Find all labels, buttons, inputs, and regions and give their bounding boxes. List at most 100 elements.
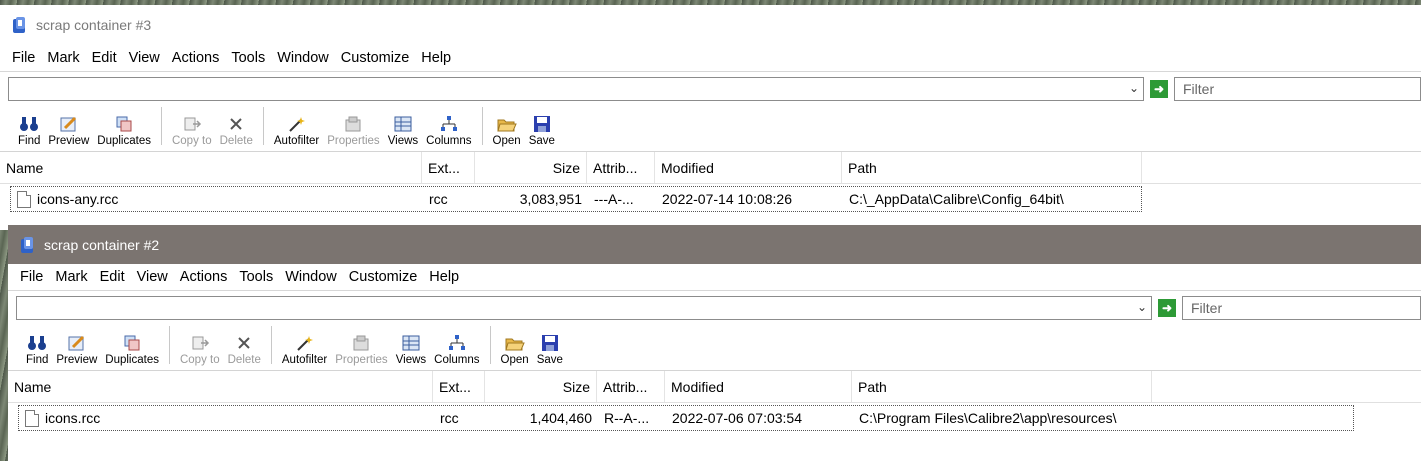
delete-icon xyxy=(227,113,245,135)
column-header-path[interactable]: Path xyxy=(852,371,1152,402)
filter-placeholder: Filter xyxy=(1191,300,1223,316)
save-button[interactable]: Save xyxy=(525,113,559,147)
menu-tools[interactable]: Tools xyxy=(233,269,279,285)
preview-icon xyxy=(59,113,79,135)
cell-modified: 2022-07-14 10:08:26 xyxy=(662,191,792,207)
properties-button[interactable]: Properties xyxy=(323,113,383,147)
address-row: ⌄ ➜ Filter xyxy=(0,71,1421,106)
find-button[interactable]: Find xyxy=(14,113,44,147)
autofilter-button[interactable]: Autofilter xyxy=(270,113,323,147)
menu-bar: File Mark Edit View Actions Tools Window… xyxy=(0,45,1421,71)
column-header-name[interactable]: Name xyxy=(8,371,433,402)
menu-view[interactable]: View xyxy=(123,50,166,66)
menu-edit[interactable]: Edit xyxy=(86,50,123,66)
filter-placeholder: Filter xyxy=(1183,81,1215,97)
toolbar-separator xyxy=(262,107,264,145)
menu-window[interactable]: Window xyxy=(271,50,335,66)
go-button[interactable]: ➜ xyxy=(1158,299,1176,317)
columns-button[interactable]: Columns xyxy=(430,332,483,366)
preview-button[interactable]: Preview xyxy=(52,332,101,366)
menu-actions[interactable]: Actions xyxy=(174,269,234,285)
window-scrap-container-3[interactable]: scrap container #3 File Mark Edit View A… xyxy=(0,5,1421,230)
find-button[interactable]: Find xyxy=(22,332,52,366)
table-row[interactable]: icons-any.rcc rcc 3,083,951 ---A-... 202… xyxy=(10,186,1142,212)
column-header-attrib[interactable]: Attrib... xyxy=(597,371,665,402)
cell-size: 3,083,951 xyxy=(519,191,582,207)
duplicates-button[interactable]: Duplicates xyxy=(93,113,155,147)
column-header-size[interactable]: Size xyxy=(485,371,597,402)
copy-to-button[interactable]: Copy to xyxy=(168,113,216,147)
cell-path: C:\Program Files\Calibre2\app\resources\ xyxy=(859,410,1117,426)
cell-size: 1,404,460 xyxy=(529,410,592,426)
title-bar[interactable]: scrap container #3 xyxy=(0,5,1421,45)
delete-button[interactable]: Delete xyxy=(216,113,257,147)
window-title: scrap container #2 xyxy=(44,236,160,253)
menu-file[interactable]: File xyxy=(14,269,49,285)
chevron-down-icon[interactable]: ⌄ xyxy=(1137,300,1147,314)
menu-file[interactable]: File xyxy=(6,50,41,66)
menu-mark[interactable]: Mark xyxy=(41,50,85,66)
menu-customize[interactable]: Customize xyxy=(335,50,416,66)
title-bar[interactable]: scrap container #2 xyxy=(8,225,1421,264)
column-header-modified[interactable]: Modified xyxy=(665,371,852,402)
preview-icon xyxy=(67,332,87,354)
columns-icon xyxy=(447,332,467,354)
address-combobox[interactable]: ⌄ xyxy=(16,296,1152,320)
list-header: Name Ext... Size Attrib... Modified Path xyxy=(8,371,1421,403)
columns-button[interactable]: Columns xyxy=(422,113,475,147)
column-header-attrib[interactable]: Attrib... xyxy=(587,152,655,183)
column-header-ext[interactable]: Ext... xyxy=(433,371,485,402)
save-icon xyxy=(533,113,551,135)
duplicates-icon xyxy=(122,332,142,354)
open-button[interactable]: Open xyxy=(489,113,525,147)
menu-tools[interactable]: Tools xyxy=(225,50,271,66)
cell-name: icons.rcc xyxy=(19,406,434,430)
column-header-path[interactable]: Path xyxy=(842,152,1142,183)
duplicates-button[interactable]: Duplicates xyxy=(101,332,163,366)
toolbar: Find Preview Duplicates Copy to Delete A… xyxy=(8,325,1421,371)
properties-icon xyxy=(351,332,371,354)
cell-name: icons-any.rcc xyxy=(11,187,423,211)
views-button[interactable]: Views xyxy=(384,113,422,147)
file-icon xyxy=(25,409,39,427)
menu-view[interactable]: View xyxy=(131,269,174,285)
window-scrap-container-2[interactable]: scrap container #2 File Mark Edit View A… xyxy=(8,225,1421,461)
cell-modified: 2022-07-06 07:03:54 xyxy=(672,410,802,426)
table-row[interactable]: icons.rcc rcc 1,404,460 R--A-... 2022-07… xyxy=(18,405,1354,431)
binoculars-icon xyxy=(27,332,47,354)
open-button[interactable]: Open xyxy=(497,332,533,366)
address-combobox[interactable]: ⌄ xyxy=(8,77,1144,101)
save-icon xyxy=(541,332,559,354)
file-icon xyxy=(17,190,31,208)
filter-input[interactable]: Filter xyxy=(1174,77,1421,101)
list-header: Name Ext... Size Attrib... Modified Path xyxy=(0,152,1421,184)
properties-button[interactable]: Properties xyxy=(331,332,391,366)
preview-button[interactable]: Preview xyxy=(44,113,93,147)
column-header-size[interactable]: Size xyxy=(475,152,587,183)
column-header-ext[interactable]: Ext... xyxy=(422,152,475,183)
go-button[interactable]: ➜ xyxy=(1150,80,1168,98)
address-row: ⌄ ➜ Filter xyxy=(8,290,1421,325)
menu-edit[interactable]: Edit xyxy=(94,269,131,285)
cell-attrib: ---A-... xyxy=(594,191,634,207)
menu-window[interactable]: Window xyxy=(279,269,343,285)
column-header-modified[interactable]: Modified xyxy=(655,152,842,183)
copy-to-button[interactable]: Copy to xyxy=(176,332,224,366)
views-button[interactable]: Views xyxy=(392,332,430,366)
menu-help[interactable]: Help xyxy=(415,50,457,66)
column-header-name[interactable]: Name xyxy=(0,152,422,183)
menu-mark[interactable]: Mark xyxy=(49,269,93,285)
save-button[interactable]: Save xyxy=(533,332,567,366)
cell-ext: rcc xyxy=(429,191,448,207)
arrow-right-icon: ➜ xyxy=(1153,82,1165,96)
copy-to-icon xyxy=(182,113,202,135)
menu-actions[interactable]: Actions xyxy=(166,50,226,66)
menu-customize[interactable]: Customize xyxy=(343,269,424,285)
menu-help[interactable]: Help xyxy=(423,269,465,285)
app-icon xyxy=(21,236,33,253)
autofilter-button[interactable]: Autofilter xyxy=(278,332,331,366)
delete-button[interactable]: Delete xyxy=(224,332,265,366)
delete-icon xyxy=(235,332,253,354)
filter-input[interactable]: Filter xyxy=(1182,296,1421,320)
chevron-down-icon[interactable]: ⌄ xyxy=(1129,81,1139,95)
